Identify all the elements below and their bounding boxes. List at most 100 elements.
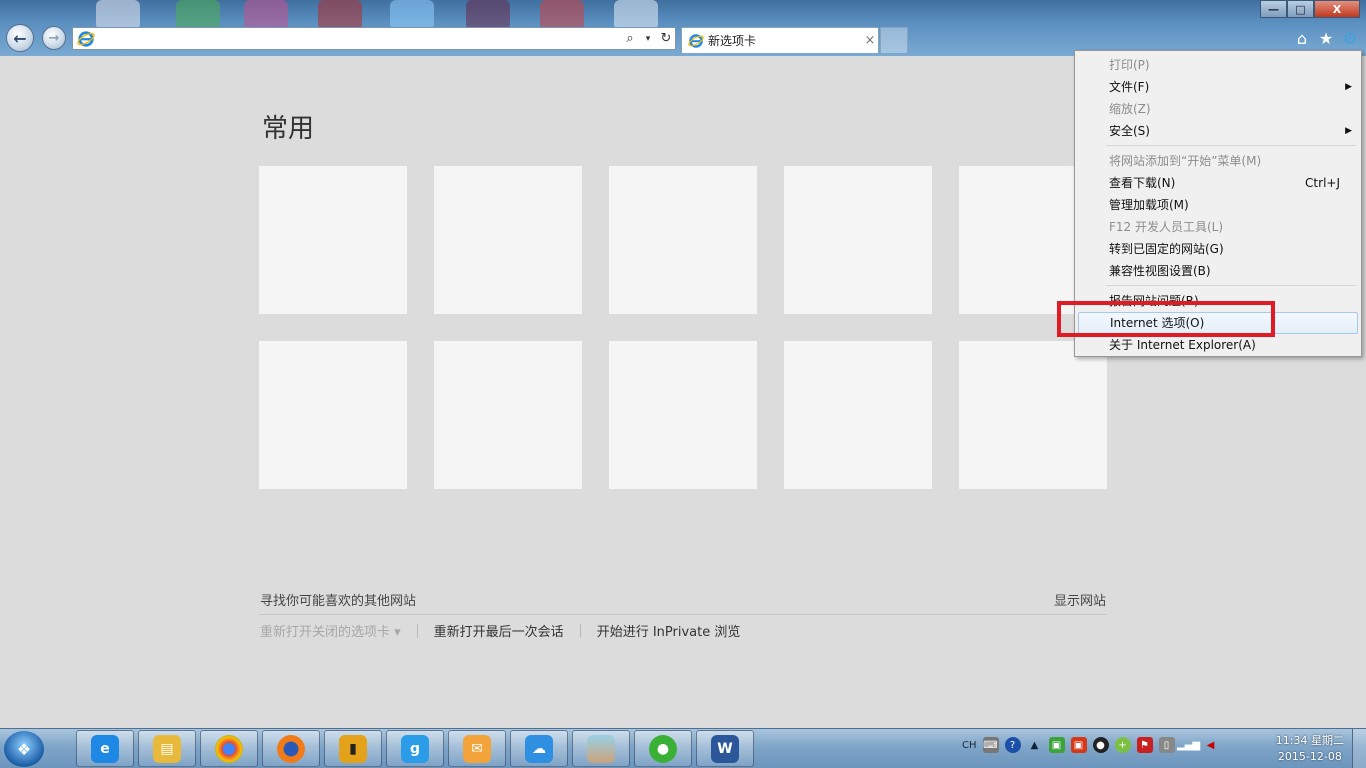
chevron-up-icon[interactable]: ▲ [1027,737,1043,753]
start-button[interactable]: ❖ [4,731,44,767]
chrome-icon [215,734,243,763]
cloud-app-icon: ☁ [525,734,553,763]
taskbar-app-cloud[interactable]: ☁ [510,730,568,767]
menu-item-pinned-sites[interactable]: 转到已固定的网站(G) [1078,238,1358,260]
divider [579,623,581,638]
star-icon[interactable]: ★ [1318,29,1334,48]
arrow-left-icon: ← [13,28,27,48]
refresh-icon[interactable]: ↻ [657,31,675,46]
menu-item-zoom[interactable]: 缩放(Z) [1078,98,1358,120]
tab-new-tab[interactable]: 新选项卡 × [681,27,879,53]
frequent-site-tile[interactable] [259,341,407,489]
file-explorer-icon: ▤ [153,734,181,763]
window-controls: — □ X [1260,0,1360,18]
system-tray: CH ⌨ ? ▲ ▣ ▣ ● + ⚑ ▯ ▂▄▆ ◀ [962,737,1219,753]
qq-icon[interactable]: ● [1092,737,1109,753]
start-inprivate-link[interactable]: 开始进行 InPrivate 浏览 [597,621,741,640]
taskbar-app-word-game[interactable]: g [386,730,444,767]
search-icon[interactable]: ⌕ [621,31,639,46]
wechat-icon: ● [649,734,677,763]
menu-item-print[interactable]: 打印(P) [1078,54,1358,76]
gear-icon[interactable]: ⚙ [1342,29,1358,48]
taskbar-app-outlook[interactable]: ✉ [448,730,506,767]
tray-app-icon[interactable]: ▣ [1048,737,1065,753]
taskbar-clock[interactable]: 11:34 星期二 2015-12-08 [1276,733,1344,765]
volume-muted-icon[interactable]: ◀ [1203,737,1219,753]
menu-item-view-downloads[interactable]: 查看下载(N) Ctrl+J [1078,172,1358,194]
ie-icon [688,33,704,48]
maximize-button[interactable]: □ [1287,0,1314,18]
browser-chrome: ← → ⌕ ▾ ↻ 新选项卡 × — □ X ⌂ ★ ⚙ [0,0,1366,56]
word-game-icon: g [401,734,429,763]
new-tab-button[interactable] [880,27,908,53]
keyboard-icon[interactable]: ⌨ [982,737,999,753]
frequent-site-tile[interactable] [434,341,582,489]
menu-item-manage-addons[interactable]: 管理加载项(M) [1078,194,1358,216]
language-indicator[interactable]: CH [962,740,977,751]
frequent-site-tile[interactable] [959,341,1107,489]
pinned-site-thumbnail [540,0,584,30]
taskbar-app-ie[interactable]: e [76,730,134,767]
pinned-site-thumbnail [176,0,220,30]
book-app-icon: ▮ [339,734,367,763]
frequent-site-tile[interactable] [609,341,757,489]
taskbar-app-photo[interactable] [572,730,630,767]
reopen-closed-tabs-link[interactable]: 重新打开关闭的选项卡 ▾ [260,621,401,640]
menu-item-add-to-start[interactable]: 将网站添加到“开始”菜单(M) [1078,150,1358,172]
network-signal-icon[interactable]: ▂▄▆ [1177,737,1200,753]
ie-icon: e [91,734,119,763]
frequent-site-tile[interactable] [434,166,582,314]
taskbar-app-book[interactable]: ▮ [324,730,382,767]
menu-item-about-ie[interactable]: 关于 Internet Explorer(A) [1078,334,1358,356]
word-icon: W [711,734,739,763]
menu-separator [1106,285,1356,286]
pinned-site-thumbnail [318,0,362,30]
divider [259,614,1107,615]
menu-item-safety[interactable]: 安全(S) ▶ [1078,120,1358,142]
address-input[interactable] [95,28,621,49]
show-sites-link[interactable]: 显示网站 [1054,590,1106,609]
suggest-sites-link[interactable]: 寻找你可能喜欢的其他网站 [260,590,416,609]
close-window-button[interactable]: X [1314,0,1360,18]
home-icon[interactable]: ⌂ [1294,29,1310,48]
tab-title: 新选项卡 [708,34,757,48]
back-button[interactable]: ← [6,24,34,52]
pinned-site-thumbnail [466,0,510,30]
chevron-right-icon: ▶ [1345,126,1352,136]
chevron-right-icon: ▶ [1345,82,1352,92]
menu-item-file[interactable]: 文件(F) ▶ [1078,76,1358,98]
pinned-site-thumbnail [244,0,288,30]
taskbar-app-word[interactable]: W [696,730,754,767]
dropdown-arrow-icon[interactable]: ▾ [639,34,657,44]
session-links: 重新打开关闭的选项卡 ▾ 重新打开最后一次会话 开始进行 InPrivate 浏… [260,621,740,640]
plus-icon[interactable]: + [1114,737,1131,753]
taskbar-app-firefox[interactable] [262,730,320,767]
divider [416,623,418,638]
frequent-site-tile[interactable] [609,166,757,314]
frequent-site-tile[interactable] [259,166,407,314]
menu-separator [1106,145,1356,146]
forward-button[interactable]: → [42,26,66,50]
taskbar-app-wechat[interactable]: ● [634,730,692,767]
taskbar-app-explorer[interactable]: ▤ [138,730,196,767]
taskbar-app-chrome[interactable] [200,730,258,767]
taskbar: ❖ e ▤ ▮ g ✉ ☁ ● W CH ⌨ ? ▲ ▣ ▣ ● + ⚑ ▯ ▂… [0,728,1366,768]
frequent-site-tile[interactable] [784,341,932,489]
menu-item-compat-view[interactable]: 兼容性视图设置(B) [1078,260,1358,282]
reopen-last-session-link[interactable]: 重新打开最后一次会话 [434,621,564,640]
close-tab-icon[interactable]: × [862,33,878,48]
clock-date: 2015-12-08 [1277,750,1342,763]
frequent-site-tile[interactable] [784,166,932,314]
shortcut-label: Ctrl+J [1305,176,1340,190]
ie-icon [77,30,95,47]
arrow-right-icon: → [48,30,60,46]
flag-icon[interactable]: ⚑ [1136,737,1153,753]
usb-icon[interactable]: ▯ [1158,737,1175,753]
clock-time: 11:34 星期二 [1275,734,1344,747]
show-desktop-button[interactable] [1352,729,1366,768]
pinned-site-thumbnail [390,0,434,30]
menu-item-f12-devtools[interactable]: F12 开发人员工具(L) [1078,216,1358,238]
tray-app-icon[interactable]: ▣ [1070,737,1087,753]
help-icon[interactable]: ? [1004,737,1021,753]
minimize-button[interactable]: — [1260,0,1287,18]
